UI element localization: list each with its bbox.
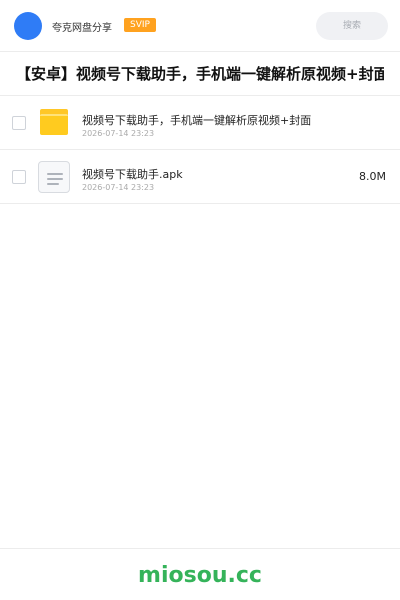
document-line-3 [47, 183, 59, 185]
row-checkbox[interactable] [12, 116, 26, 130]
file-row-folder[interactable]: 视频号下载助手，手机端一键解析原视频+封面 2026-07-14 23:23 [0, 96, 400, 150]
file-date: 2026-07-14 23:23 [82, 183, 155, 192]
account-avatar[interactable] [14, 12, 42, 40]
file-name: 视频号下载助手.apk [82, 168, 183, 181]
svip-badge: SVIP [124, 18, 156, 32]
share-title-bar: 【安卓】视频号下载助手，手机端一键解析原视频+封面 [0, 52, 400, 96]
document-icon [38, 161, 70, 193]
app-header: 夸克网盘分享 SVIP 搜索 [0, 0, 400, 52]
folder-icon [40, 109, 68, 135]
row-checkbox[interactable] [12, 170, 26, 184]
share-title: 【安卓】视频号下载助手，手机端一键解析原视频+封面 [16, 65, 384, 83]
folder-body-shape [40, 114, 68, 135]
file-name: 视频号下载助手，手机端一键解析原视频+封面 [82, 114, 312, 127]
search-input[interactable]: 搜索 [316, 12, 388, 40]
document-line-2 [47, 178, 63, 180]
file-date: 2026-07-14 23:23 [82, 129, 155, 138]
file-row-apk[interactable]: 视频号下载助手.apk 2026-07-14 23:23 8.0M [0, 150, 400, 204]
account-name: 夸克网盘分享 [52, 23, 112, 34]
footer: miosou.cc [0, 548, 400, 600]
file-size: 8.0M [359, 170, 386, 183]
watermark: miosou.cc [138, 563, 262, 588]
document-line-1 [47, 173, 63, 175]
